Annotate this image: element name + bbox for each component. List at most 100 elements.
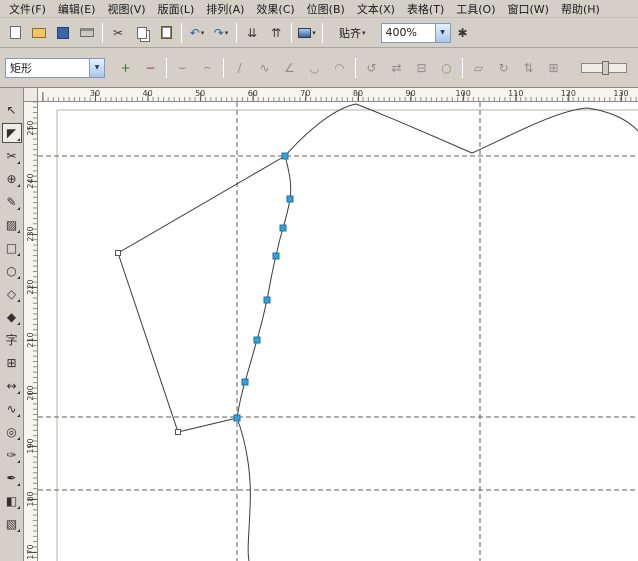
dimension-tool[interactable]: ↔ [2,376,22,396]
print-button[interactable] [76,22,98,44]
redo-icon: ↷ [214,27,224,39]
paste-button[interactable] [155,22,177,44]
horizontal-ruler[interactable]: 30405060708090100110120130 [38,88,638,102]
menu-effects[interactable]: 效果(C) [250,0,300,18]
polygon-tool-icon: ◇ [7,288,16,300]
import-button[interactable]: ⇊ [241,22,263,44]
symmetrical-node-button[interactable]: ◠ [328,57,351,78]
selected-node-handle[interactable] [282,153,288,159]
cut-button[interactable]: ✂ [107,22,129,44]
rectangle-tool[interactable]: □ [2,238,22,258]
menu-bitmaps[interactable]: 位图(B) [301,0,351,18]
node-handle[interactable] [176,430,181,435]
options-button[interactable]: ✱ [452,22,474,44]
selected-node-handle[interactable] [234,415,240,421]
table-tool[interactable]: ⊞ [2,353,22,373]
selected-node-handle[interactable] [254,337,260,343]
shape-tool[interactable]: ◤ [2,123,22,143]
chevron-down-icon[interactable]: ▾ [225,29,229,37]
reverse-direction-button[interactable]: ↺ [360,57,383,78]
preset-combobox[interactable]: 矩形 ▼ [5,58,105,78]
fill-tool[interactable]: ◧ [2,491,22,511]
delete-node-button[interactable]: − [139,57,162,78]
join-nodes-button[interactable]: ⌣ [171,57,194,78]
drawing-svg[interactable] [38,102,638,561]
save-button[interactable] [52,22,74,44]
chevron-down-icon[interactable]: ▼ [435,24,450,42]
chevron-down-icon[interactable]: ▾ [312,29,316,37]
selected-node-handle[interactable] [242,379,248,385]
node-handle[interactable] [116,251,121,256]
smart-fill-tool[interactable]: ▨ [2,215,22,235]
v-ruler-label: 240 [26,170,36,192]
crop-tool[interactable]: ✂ [2,146,22,166]
open-button[interactable] [28,22,50,44]
chevron-down-icon[interactable]: ▼ [89,59,104,77]
menu-table[interactable]: 表格(T) [401,0,450,18]
basic-shapes-tool[interactable]: ◆ [2,307,22,327]
eyedropper-tool[interactable]: ✑ [2,445,22,465]
menu-text[interactable]: 文本(X) [351,0,401,18]
select-all-nodes-button[interactable]: ⊞ [542,57,565,78]
selected-node-handle[interactable] [273,253,279,259]
rotate-nodes-button[interactable]: ↻ [492,57,515,78]
selected-node-handle[interactable] [280,225,286,231]
application-launcher-button[interactable]: ▾ [296,22,318,44]
menu-view[interactable]: 视图(V) [101,0,151,18]
outline-tool[interactable]: ✒ [2,468,22,488]
vertical-ruler[interactable]: 250240230220210200190180170 [24,102,38,561]
scale-nodes-button[interactable]: ▱ [467,57,490,78]
redo-button[interactable]: ↷▾ [210,22,232,44]
v-ruler-label: 230 [26,223,36,245]
extract-subpath-button[interactable]: ⊟ [410,57,433,78]
curve-smoothness-slider[interactable] [581,63,627,73]
menu-arrange[interactable]: 排列(A) [200,0,250,18]
interactive-fill-tool[interactable]: ▧ [2,514,22,534]
new-document-button[interactable] [4,22,26,44]
new-document-icon [10,26,21,39]
menu-tools[interactable]: 工具(O) [450,0,501,18]
text-tool[interactable]: 字 [2,330,22,350]
cusp-node-button[interactable]: ∠ [278,57,301,78]
propbar-separator [462,58,463,78]
add-node-button[interactable]: + [114,57,137,78]
pattern-curve[interactable] [118,156,285,253]
zoom-level-combobox[interactable]: 400% ▼ [381,23,451,43]
pattern-curve[interactable] [118,253,237,432]
close-curve-button[interactable]: ○ [435,57,458,78]
menu-edit[interactable]: 编辑(E) [52,0,102,18]
copy-icon [137,27,147,39]
copy-button[interactable] [131,22,153,44]
convert-to-curve-button[interactable]: ∿ [253,57,276,78]
export-button[interactable]: ⇈ [265,22,287,44]
slider-knob[interactable] [602,61,609,75]
v-ruler-label: 210 [26,329,36,351]
snap-to-button[interactable]: 贴齐 ▾ [334,22,371,44]
selected-node-handle[interactable] [287,196,293,202]
ruler-origin[interactable] [24,88,38,102]
convert-to-line-button[interactable]: ∕ [228,57,251,78]
v-ruler-label: 190 [26,435,36,457]
blend-tool[interactable]: ◎ [2,422,22,442]
chevron-down-icon[interactable]: ▾ [201,29,205,37]
freehand-tool[interactable]: ✎ [2,192,22,212]
break-curve-button[interactable]: ⌢ [196,57,219,78]
menu-window[interactable]: 窗口(W) [502,0,555,18]
chevron-down-icon[interactable]: ▾ [362,29,366,37]
pattern-curve[interactable] [285,104,638,156]
pick-tool[interactable]: ↖ [2,100,22,120]
canvas[interactable] [38,102,638,561]
polygon-tool[interactable]: ◇ [2,284,22,304]
selected-node-handle[interactable] [264,297,270,303]
connector-tool[interactable]: ∿ [2,399,22,419]
menu-layout[interactable]: 版面(L) [152,0,201,18]
smooth-node-button[interactable]: ◡ [303,57,326,78]
align-nodes-button[interactable]: ⇅ [517,57,540,78]
menu-help[interactable]: 帮助(H) [555,0,606,18]
menu-file[interactable]: 文件(F) [3,0,52,18]
undo-button[interactable]: ↶▾ [186,22,208,44]
zoom-tool[interactable]: ⊕ [2,169,22,189]
print-icon [80,28,94,37]
ellipse-tool[interactable]: ○ [2,261,22,281]
extend-curve-button[interactable]: ⇄ [385,57,408,78]
